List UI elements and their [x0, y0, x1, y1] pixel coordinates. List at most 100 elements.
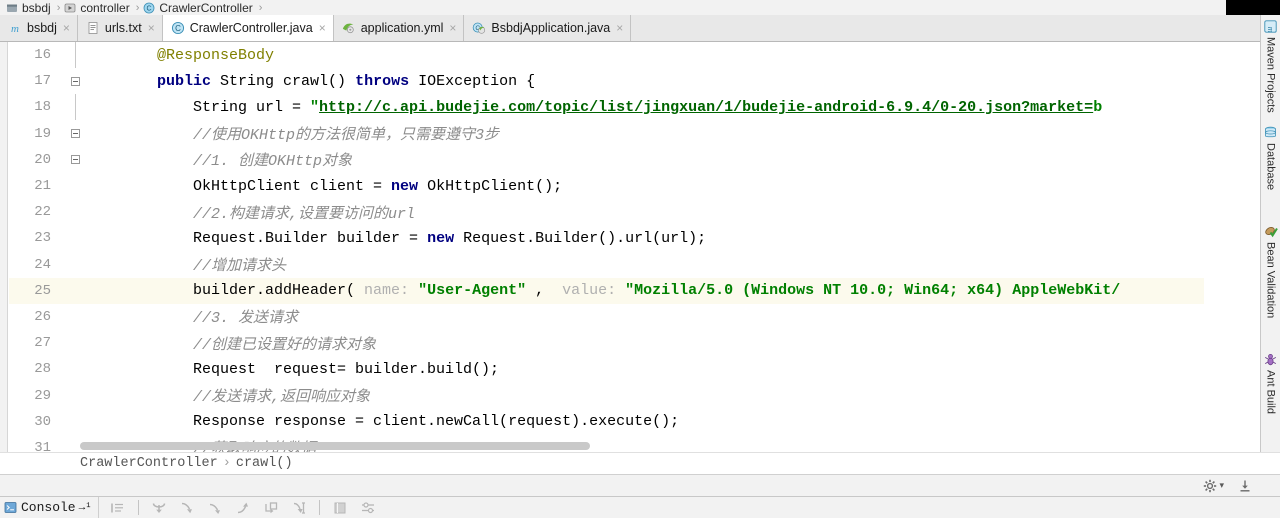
- code-token-plain: Request.Builder().url(url);: [454, 229, 707, 247]
- code-line[interactable]: 28 Request request= builder.build();: [9, 356, 1204, 382]
- close-icon[interactable]: ×: [148, 22, 155, 34]
- breadcrumb-item-package[interactable]: controller: [64, 1, 130, 15]
- code-line[interactable]: 29 //发送请求,返回响应对象: [9, 382, 1204, 408]
- tool-button-label: Bean Validation: [1264, 241, 1277, 319]
- code-token-plain: OkHttpClient client =: [121, 177, 392, 195]
- step-over-icon[interactable]: [146, 498, 172, 518]
- evaluate-expression-icon[interactable]: [327, 498, 353, 518]
- fold-guide-line: [74, 42, 76, 69]
- line-number[interactable]: 25: [9, 278, 55, 304]
- code-fold-toggle[interactable]: [67, 68, 83, 94]
- settings-filter-icon[interactable]: [355, 498, 381, 518]
- breadcrumb-item-class[interactable]: C CrawlerController: [143, 0, 253, 15]
- line-number[interactable]: 24: [9, 252, 55, 278]
- breadcrumb-separator: ›: [258, 1, 263, 14]
- code-token-plain: builder.addHeader(: [121, 282, 356, 300]
- fold-collapse-icon[interactable]: [70, 76, 80, 86]
- code-line[interactable]: 25 builder.addHeader( name: "User-Agent"…: [9, 277, 1204, 304]
- tab-urls-txt[interactable]: urls.txt ×: [77, 15, 163, 41]
- chevron-down-icon[interactable]: ▾: [1219, 480, 1224, 491]
- line-number[interactable]: 22: [9, 199, 55, 225]
- tab-bsbdjapplication-java[interactable]: C BsbdjApplication.java ×: [464, 15, 632, 41]
- code-line[interactable]: 24 //增加请求头: [9, 252, 1204, 278]
- line-number[interactable]: 21: [9, 173, 55, 199]
- tab-application-yml[interactable]: application.yml ×: [333, 15, 465, 41]
- close-icon[interactable]: ×: [63, 22, 70, 34]
- editor-horizontal-scrollbar[interactable]: [80, 442, 1200, 450]
- code-line[interactable]: 26 //3. 发送请求: [9, 304, 1204, 330]
- breadcrumb-item-module[interactable]: bsbdj: [6, 1, 51, 15]
- console-tab[interactable]: Console →¹: [0, 497, 99, 518]
- tool-button-ant-build[interactable]: Ant Build: [1264, 350, 1277, 424]
- code-line[interactable]: 30 Response response = client.newCall(re…: [9, 409, 1204, 435]
- soft-wrap-icon[interactable]: [105, 498, 131, 518]
- code-token-plain: OkHttpClient();: [418, 177, 563, 195]
- breadcrumb-label: bsbdj: [22, 0, 51, 15]
- toolbar-divider: [137, 500, 139, 515]
- code-line[interactable]: 17 public String crawl() throws IOExcept…: [9, 68, 1204, 94]
- tab-bsbdj[interactable]: m bsbdj ×: [0, 15, 78, 41]
- code-editor[interactable]: 16 @ResponseBody 17 public String crawl()…: [0, 42, 1280, 452]
- editor-settings-row: ▾: [0, 474, 1280, 496]
- line-number[interactable]: 31: [9, 435, 55, 452]
- code-text: public String crawl() throws IOException…: [121, 68, 535, 94]
- code-line[interactable]: 22 //2.构建请求,设置要访问的url: [9, 199, 1204, 225]
- code-line[interactable]: 21 OkHttpClient client = new OkHttpClien…: [9, 173, 1204, 199]
- code-token-str: "User-Agent": [418, 282, 527, 300]
- editor-lines[interactable]: 16 @ResponseBody 17 public String crawl()…: [9, 42, 1204, 452]
- step-out-icon[interactable]: [230, 498, 256, 518]
- code-fold-toggle[interactable]: [67, 121, 83, 147]
- java-class-icon: C: [171, 21, 185, 35]
- code-line[interactable]: 27 //创建已设置好的请求对象: [9, 330, 1204, 356]
- code-line[interactable]: 23 Request.Builder builder = new Request…: [9, 225, 1204, 251]
- code-token-plain: ,: [526, 282, 554, 300]
- code-line[interactable]: 20 //1. 创建OKHttp对象: [9, 147, 1204, 173]
- close-icon[interactable]: ×: [319, 22, 326, 34]
- code-fold-guide: [67, 382, 83, 408]
- tool-button-database[interactable]: Database: [1264, 123, 1277, 200]
- line-number[interactable]: 28: [9, 356, 55, 382]
- tool-button-bean-validation[interactable]: Bean Validation: [1264, 222, 1278, 328]
- code-fold-guide: [67, 330, 83, 356]
- download-icon[interactable]: [1238, 479, 1252, 493]
- line-number[interactable]: 19: [9, 121, 55, 147]
- line-number[interactable]: 29: [9, 382, 55, 408]
- line-number[interactable]: 20: [9, 147, 55, 173]
- tab-label: urls.txt: [104, 21, 142, 35]
- line-number[interactable]: 17: [9, 68, 55, 94]
- step-into-icon[interactable]: [174, 498, 200, 518]
- code-line[interactable]: 16 @ResponseBody: [9, 42, 1204, 69]
- code-text: //发送请求,返回响应对象: [121, 382, 370, 408]
- code-text: OkHttpClient client = new OkHttpClient()…: [121, 173, 562, 199]
- fold-collapse-icon[interactable]: [70, 155, 80, 165]
- code-line[interactable]: 19 //使用OKHttp的方法很简单，只需要遵守3步: [9, 121, 1204, 147]
- code-token-cmt: //1. 创建OKHttp对象: [121, 153, 353, 171]
- line-number[interactable]: 30: [9, 409, 55, 435]
- breadcrumb-label: CrawlerController: [159, 0, 253, 15]
- run-to-cursor-icon[interactable]: [286, 498, 312, 518]
- code-line[interactable]: 18 String url = " http://c.api.budejie.co…: [9, 94, 1204, 121]
- line-number[interactable]: 27: [9, 330, 55, 356]
- tool-button-maven-projects[interactable]: m Maven Projects: [1264, 17, 1277, 123]
- line-number[interactable]: 16: [9, 42, 55, 68]
- drop-frame-icon[interactable]: [258, 498, 284, 518]
- tab-crawlercontroller-java[interactable]: C CrawlerController.java ×: [162, 15, 334, 41]
- tool-button-label: Database: [1264, 142, 1277, 190]
- breadcrumb-class[interactable]: CrawlerController: [80, 456, 218, 471]
- close-icon[interactable]: ×: [449, 22, 456, 34]
- code-text: @ResponseBody: [121, 42, 274, 68]
- fold-collapse-icon[interactable]: [70, 129, 80, 139]
- code-text: //创建已设置好的请求对象: [121, 330, 376, 356]
- breadcrumb-separator: ›: [135, 1, 140, 14]
- gear-icon[interactable]: [1203, 479, 1217, 493]
- line-number[interactable]: 18: [9, 94, 55, 120]
- close-icon[interactable]: ×: [616, 22, 623, 34]
- scrollbar-thumb[interactable]: [80, 442, 590, 450]
- code-text: Request request= builder.build();: [121, 356, 499, 382]
- force-step-into-icon[interactable]: [202, 498, 228, 518]
- line-number[interactable]: 26: [9, 304, 55, 330]
- code-fold-toggle[interactable]: [67, 147, 83, 173]
- line-number[interactable]: 23: [9, 225, 55, 251]
- breadcrumb-method[interactable]: crawl(): [236, 456, 293, 471]
- code-token-str: "Mozilla/5.0 (Windows NT 10.0; Win64; x6…: [625, 282, 1121, 300]
